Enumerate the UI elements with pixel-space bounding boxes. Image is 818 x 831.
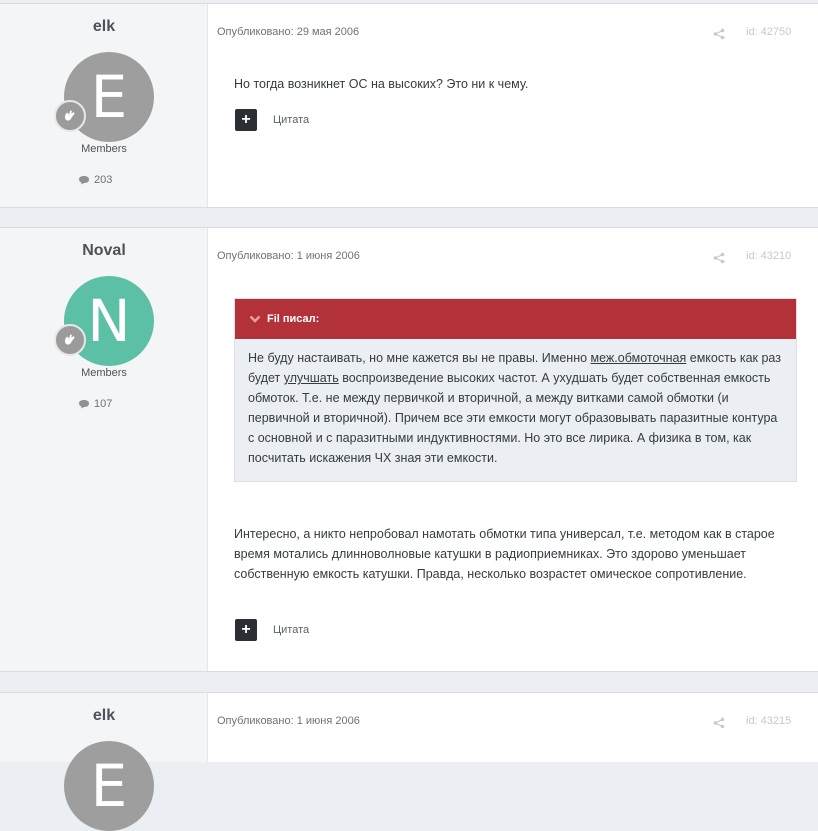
quote-citation[interactable]: Fil писал: <box>235 299 796 339</box>
rank-badge-icon <box>54 324 86 356</box>
post-count-value: 203 <box>94 174 113 186</box>
post-id: id: 43215 <box>746 715 792 727</box>
quote-text: воспроизведение высоких частот. А ухудша… <box>248 371 778 465</box>
author-name[interactable]: elk <box>0 18 208 36</box>
member-group: Members <box>81 367 127 379</box>
share-icon[interactable] <box>713 716 725 734</box>
chevron-down-icon[interactable] <box>249 315 261 323</box>
quote-content: Не буду настаивать, но мне кажется вы не… <box>235 339 796 468</box>
plus-icon[interactable]: + <box>235 109 257 131</box>
author-panel: elk E <box>0 693 208 831</box>
post-count: 107 <box>78 398 112 410</box>
author-panel: elk E Members 203 <box>0 4 208 207</box>
post-content: Но тогда возникнет ОС на высоких? Это ни… <box>234 77 529 91</box>
share-icon[interactable] <box>713 251 725 269</box>
member-group: Members <box>81 143 127 155</box>
author-panel: Noval N Members 107 <box>0 228 208 671</box>
post: Noval N Members 107 Опубликовано: 1 июня… <box>0 227 818 672</box>
post-date[interactable]: Опубликовано: 1 июня 2006 <box>217 715 360 727</box>
quote-label[interactable]: Цитата <box>273 114 309 126</box>
quote-text: Не буду настаивать, но мне кажется вы не… <box>248 351 591 365</box>
rank-badge-icon <box>54 100 86 132</box>
post: elk E Members 203 Опубликовано: 29 мая 2… <box>0 3 818 208</box>
author-name[interactable]: elk <box>0 707 208 725</box>
post-count: 203 <box>78 174 112 186</box>
blockquote: Fil писал: Не буду настаивать, но мне ка… <box>234 298 797 482</box>
author-name[interactable]: Noval <box>0 242 208 260</box>
comment-icon <box>79 400 89 409</box>
post-content: Интересно, а никто непробовал намотать о… <box>234 527 775 581</box>
quote-underlined: меж.обмоточная <box>590 351 687 365</box>
post-date[interactable]: Опубликовано: 1 июня 2006 <box>217 250 360 262</box>
avatar[interactable]: E <box>64 741 154 831</box>
post-id: id: 42750 <box>746 26 792 38</box>
quote-underlined: улучшать <box>283 371 339 385</box>
quote-button[interactable]: + Цитата <box>235 619 309 641</box>
quote-label[interactable]: Цитата <box>273 624 309 636</box>
quote-button[interactable]: + Цитата <box>235 109 309 131</box>
share-icon[interactable] <box>713 27 725 45</box>
post-date[interactable]: Опубликовано: 29 мая 2006 <box>217 26 359 38</box>
post-count-value: 107 <box>94 398 113 410</box>
post-id: id: 43210 <box>746 250 792 262</box>
quote-author: Fil писал: <box>267 313 320 325</box>
post: elk E Опубликовано: 1 июня 2006 id: 4321… <box>0 692 818 831</box>
plus-icon[interactable]: + <box>235 619 257 641</box>
comment-icon <box>79 176 89 185</box>
